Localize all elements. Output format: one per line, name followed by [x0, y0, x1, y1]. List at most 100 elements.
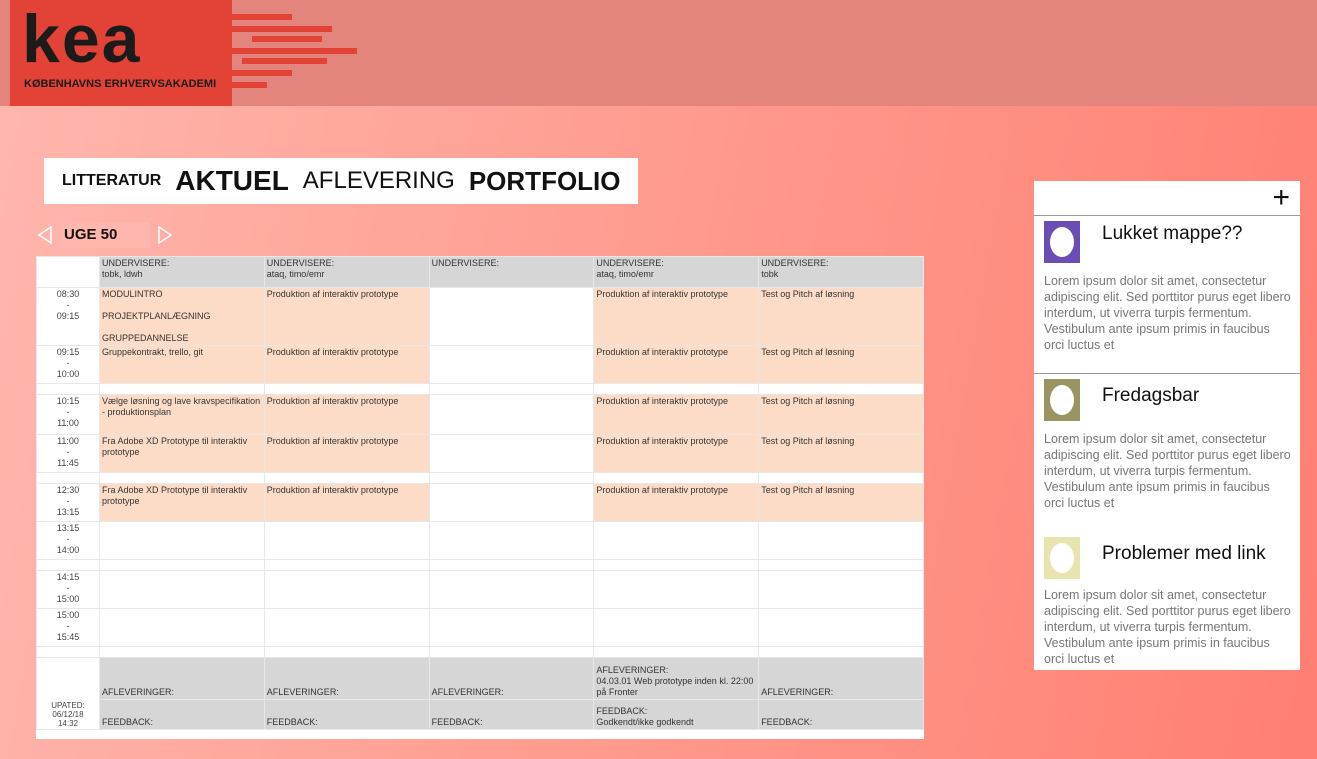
- schedule-cell[interactable]: MODULINTRO PROJEKTPLANLÆGNING GRUPPEDANN…: [99, 287, 265, 346]
- schedule-row: 14:15 - 15:00: [36, 570, 924, 609]
- instructor-header: UNDERVISERE: ataq, timo/emr: [263, 256, 430, 288]
- schedule-cell[interactable]: Produktion af interaktiv prototype: [263, 434, 430, 473]
- time-slot: 13:15 - 14:00: [36, 521, 100, 560]
- schedule-cell[interactable]: [593, 521, 760, 560]
- divider: [1034, 373, 1300, 374]
- instructor-header: UNDERVISERE: ataq, timo/emr: [593, 256, 760, 288]
- updated-stamp: UPATED: 06/12/18 14:32: [36, 657, 100, 730]
- announcement-card[interactable]: Problemer med link Lorem ipsum dolor sit…: [1034, 533, 1300, 669]
- instructor-header: UNDERVISERE: tobk, ldwh: [99, 256, 265, 288]
- schedule-cell[interactable]: [428, 570, 595, 609]
- card-title: Problemer med link: [1102, 543, 1266, 564]
- feedback-cell: FEEDBACK:: [428, 699, 595, 730]
- card-title: Lukket mappe??: [1102, 223, 1243, 244]
- card-body: Lorem ipsum dolor sit amet, consectetur …: [1044, 588, 1291, 666]
- schedule-cell[interactable]: [428, 394, 595, 435]
- schedule-row: 13:15 - 14:00: [36, 521, 924, 560]
- nav-portfolio[interactable]: PORTFOLIO: [469, 166, 621, 197]
- schedule-cell[interactable]: Produktion af interaktiv prototype: [593, 483, 760, 522]
- schedule-cell[interactable]: Produktion af interaktiv prototype: [593, 287, 760, 346]
- schedule-header-row: UNDERVISERE: tobk, ldwh UNDERVISERE: ataq…: [36, 256, 924, 288]
- schedule-cell[interactable]: Test og Pitch af løsning: [758, 434, 924, 473]
- schedule-cell[interactable]: [263, 570, 430, 609]
- schedule-cell[interactable]: Produktion af interaktiv prototype: [263, 345, 430, 384]
- break-row: [36, 472, 924, 484]
- break-row: [36, 383, 924, 395]
- nav-aflevering[interactable]: AFLEVERING: [303, 167, 455, 195]
- schedule-cell[interactable]: [593, 608, 760, 647]
- time-header: [36, 256, 100, 288]
- afleveringer-cell: AFLEVERINGER:: [99, 657, 265, 700]
- next-week-icon[interactable]: [156, 226, 174, 244]
- nav-litteratur[interactable]: LITTERATUR: [62, 172, 161, 190]
- schedule-cell[interactable]: [428, 287, 595, 346]
- time-slot: 08:30 - 09:15: [36, 287, 100, 346]
- afleveringer-row: UPATED: 06/12/18 14:32 AFLEVERINGER: AFLEV…: [36, 657, 924, 730]
- schedule-cell[interactable]: Test og Pitch af løsning: [758, 345, 924, 384]
- schedule-row: 11:00 - 11:45 Fra Adobe XD Prototype til …: [36, 434, 924, 473]
- add-icon[interactable]: +: [1272, 183, 1290, 213]
- schedule-cell[interactable]: [428, 483, 595, 522]
- schedule-cell[interactable]: [593, 570, 760, 609]
- schedule-cell[interactable]: [99, 521, 265, 560]
- schedule-cell[interactable]: [758, 521, 924, 560]
- schedule-cell[interactable]: Produktion af interaktiv prototype: [593, 345, 760, 384]
- logo-subtitle: KØBENHAVNS ERHVERVSAKADEMI: [24, 78, 217, 90]
- schedule-row: 15:00 - 15:45: [36, 608, 924, 647]
- schedule-table: UNDERVISERE: tobk, ldwh UNDERVISERE: ataq…: [36, 256, 924, 739]
- schedule-cell[interactable]: [758, 570, 924, 609]
- schedule-row: 08:30 - 09:15 MODULINTRO PROJEKTPLANLÆGNI…: [36, 287, 924, 346]
- schedule-cell[interactable]: Test og Pitch af løsning: [758, 394, 924, 435]
- feedback-cell: FEEDBACK:: [758, 699, 924, 730]
- afleveringer-cell: AFLEVERINGER: 04.03.01 Web prototype ind…: [593, 657, 760, 700]
- time-slot: 11:00 - 11:45: [36, 434, 100, 473]
- kea-logo[interactable]: kea KØBENHAVNS ERHVERVSAKADEMI: [10, 0, 357, 106]
- schedule-cell[interactable]: Test og Pitch af løsning: [758, 483, 924, 522]
- main-nav: LITTERATUR AKTUEL AFLEVERING PORTFOLIO: [44, 158, 638, 204]
- schedule-cell[interactable]: [758, 608, 924, 647]
- card-body: Lorem ipsum dolor sit amet, consectetur …: [1044, 432, 1291, 510]
- time-slot: 10:15 - 11:00: [36, 394, 100, 435]
- divider: [1034, 215, 1300, 216]
- schedule-cell[interactable]: [99, 608, 265, 647]
- schedule-cell[interactable]: [428, 608, 595, 647]
- feedback-row: FEEDBACK: FEEDBACK: FEEDBACK: FEEDBACK: God…: [37, 699, 924, 730]
- prev-week-icon[interactable]: [36, 226, 54, 244]
- schedule-cell[interactable]: Test og Pitch af løsning: [758, 287, 924, 346]
- schedule-cell[interactable]: [428, 345, 595, 384]
- beer-icon: [1044, 379, 1080, 421]
- schedule-cell[interactable]: [428, 521, 595, 560]
- schedule-cell[interactable]: [99, 570, 265, 609]
- week-selector: UGE 50: [36, 222, 174, 248]
- schedule-row: 12:30 - 13:15 Fra Adobe XD Prototype til …: [36, 483, 924, 522]
- afleveringer-cell: AFLEVERINGER:: [263, 657, 430, 700]
- schedule-cell[interactable]: Produktion af interaktiv prototype: [593, 434, 760, 473]
- week-label: UGE 50: [60, 222, 150, 248]
- schedule-cell[interactable]: Gruppekontrakt, trello, git: [99, 345, 265, 384]
- nav-aktuel[interactable]: AKTUEL: [175, 165, 289, 197]
- logo-wordmark: kea: [22, 1, 142, 77]
- schedule-cell[interactable]: Produktion af interaktiv prototype: [593, 394, 760, 435]
- link-icon: [1044, 537, 1080, 579]
- break-row: [36, 559, 924, 571]
- announcements-panel: + Lukket mappe?? Lorem ipsum dolor sit a…: [1034, 181, 1300, 670]
- break-row: [36, 646, 924, 658]
- schedule-cell[interactable]: Produktion af interaktiv prototype: [263, 483, 430, 522]
- schedule-cell[interactable]: Produktion af interaktiv prototype: [263, 394, 430, 435]
- afleveringer-cell: AFLEVERINGER:: [758, 657, 924, 700]
- afleveringer-cell: AFLEVERINGER:: [428, 657, 595, 700]
- schedule-cell[interactable]: Fra Adobe XD Prototype til interaktiv pr…: [99, 483, 265, 522]
- feedback-cell: FEEDBACK:: [99, 699, 265, 730]
- announcement-card[interactable]: Lukket mappe?? Lorem ipsum dolor sit ame…: [1034, 217, 1300, 373]
- card-body: Lorem ipsum dolor sit amet, consectetur …: [1044, 274, 1291, 352]
- schedule-cell[interactable]: Fra Adobe XD Prototype til interaktiv pr…: [99, 434, 265, 473]
- schedule-cell[interactable]: Produktion af interaktiv prototype: [263, 287, 430, 346]
- announcement-card[interactable]: Fredagsbar Lorem ipsum dolor sit amet, c…: [1034, 375, 1300, 531]
- feedback-cell: FEEDBACK: Godkendt/ikke godkendt: [593, 699, 760, 730]
- card-title: Fredagsbar: [1102, 385, 1200, 406]
- schedule-cell[interactable]: [428, 434, 595, 473]
- schedule-cell[interactable]: [263, 521, 430, 560]
- schedule-cell[interactable]: [263, 608, 430, 647]
- schedule-cell[interactable]: Vælge løsning og lave kravspecifikation …: [99, 394, 265, 435]
- instructor-header: UNDERVISERE: tobk: [758, 256, 924, 288]
